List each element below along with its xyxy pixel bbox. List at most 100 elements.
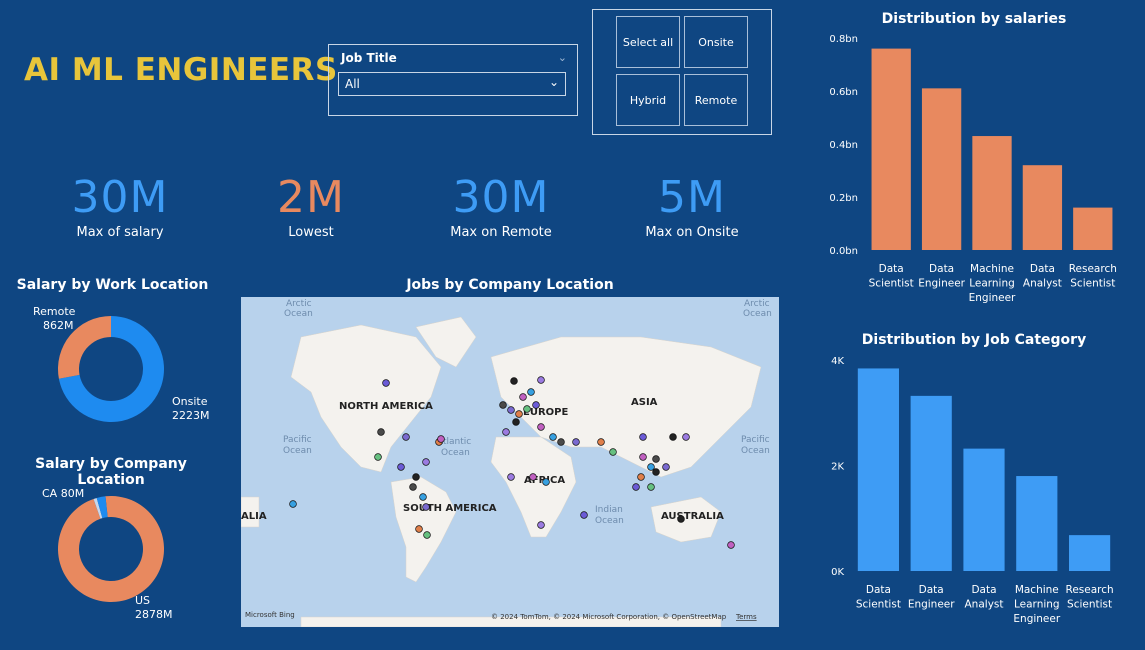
map-marker[interactable] (652, 468, 660, 476)
chevron-down-icon[interactable]: ⌄ (558, 51, 567, 64)
map-marker[interactable] (537, 521, 545, 529)
remote-button[interactable]: Remote (684, 74, 748, 126)
map-marker[interactable] (397, 463, 405, 471)
x-tick-label: Analyst (965, 599, 1004, 611)
map-marker[interactable] (507, 473, 515, 481)
map-marker[interactable] (519, 393, 527, 401)
map-marker[interactable] (419, 493, 427, 501)
x-tick-label: Scientist (869, 278, 914, 290)
bar[interactable] (963, 448, 1005, 571)
company-location-title: Salary by Company Location (35, 456, 187, 488)
continent-label: ASIA (631, 397, 658, 408)
map-marker[interactable] (515, 410, 523, 418)
map-marker[interactable] (502, 428, 510, 436)
company-location-slice[interactable] (58, 496, 164, 602)
bar[interactable] (1069, 535, 1111, 571)
x-tick-label: Engineer (918, 278, 965, 290)
map-marker[interactable] (580, 511, 588, 519)
map-marker[interactable] (423, 531, 431, 539)
donut-label-us: US (135, 594, 151, 607)
bar[interactable] (1022, 165, 1063, 250)
map-marker[interactable] (529, 473, 537, 481)
x-tick-label: Research (1066, 584, 1114, 596)
map-marker[interactable] (510, 377, 518, 385)
bar[interactable] (921, 88, 962, 250)
map-marker[interactable] (422, 503, 430, 511)
ocean-label: Ocean (441, 448, 470, 458)
map-marker[interactable] (512, 418, 520, 426)
map-marker[interactable] (609, 448, 617, 456)
map-marker[interactable] (652, 455, 660, 463)
x-tick-label: Data (1030, 263, 1055, 275)
donut-label-onsite: Onsite (172, 395, 208, 408)
x-tick-label: Machine (1015, 584, 1059, 596)
bar[interactable] (972, 136, 1012, 250)
map-marker[interactable] (537, 423, 545, 431)
job-title-slicer[interactable]: Job Title ⌄ All ⌄ (328, 44, 578, 116)
bar[interactable] (871, 48, 911, 250)
chevron-down-icon[interactable]: ⌄ (549, 75, 559, 89)
map-marker[interactable] (409, 483, 417, 491)
y-tick-label: 0.4bn (829, 140, 858, 151)
map-marker[interactable] (289, 500, 297, 508)
hybrid-button[interactable]: Hybrid (616, 74, 680, 126)
map-marker[interactable] (532, 401, 540, 409)
donut-label-remote: Remote (33, 305, 76, 318)
job-title-dropdown[interactable]: All ⌄ (338, 72, 566, 96)
map-marker[interactable] (647, 483, 655, 491)
bar[interactable] (910, 395, 952, 571)
category-bar-svg: 0K 2K 4K Data Scientist Data Engineer Data Analy… (831, 356, 1114, 625)
map-marker[interactable] (639, 453, 647, 461)
map-marker[interactable] (412, 473, 420, 481)
map-marker[interactable] (507, 406, 515, 414)
y-tick-label: 0.6bn (829, 87, 858, 98)
terms-link[interactable]: Terms (735, 613, 757, 621)
map-marker[interactable] (549, 433, 557, 441)
bar[interactable] (857, 368, 899, 571)
map-marker[interactable] (422, 458, 430, 466)
map-marker[interactable] (415, 525, 423, 533)
x-tick-label: Data (919, 584, 944, 596)
select-all-button[interactable]: Select all (616, 16, 680, 68)
map-marker[interactable] (727, 541, 735, 549)
map-marker[interactable] (682, 433, 690, 441)
y-tick-label: 0K (831, 567, 844, 578)
map-marker[interactable] (374, 453, 382, 461)
donut-value-onsite: 2223M (172, 409, 210, 422)
continent-label: NORTH AMERICA (339, 401, 433, 412)
map-attribution: © 2024 TomTom, © 2024 Microsoft Corporat… (491, 613, 727, 621)
bar[interactable] (1073, 207, 1113, 250)
map-marker[interactable] (639, 433, 647, 441)
map-marker[interactable] (597, 438, 605, 446)
map-marker[interactable] (572, 438, 580, 446)
map-marker[interactable] (523, 405, 531, 413)
map-marker[interactable] (377, 428, 385, 436)
kpi-lowest: 2M Lowest (216, 172, 406, 240)
ca-value: 80M (60, 487, 85, 500)
x-tick-label: Scientist (1067, 599, 1112, 611)
map-marker[interactable] (669, 433, 677, 441)
map-marker[interactable] (499, 401, 507, 409)
dropdown-value: All (345, 77, 360, 91)
map-marker[interactable] (637, 473, 645, 481)
map-marker[interactable] (382, 379, 390, 387)
map-marker[interactable] (402, 433, 410, 441)
company-location-donut[interactable] (55, 493, 167, 605)
x-tick-label: Machine (970, 263, 1014, 275)
map-marker[interactable] (662, 463, 670, 471)
map-marker[interactable] (437, 435, 445, 443)
map-marker[interactable] (542, 478, 550, 486)
x-tick-label: Research (1069, 263, 1117, 275)
bar[interactable] (1016, 476, 1058, 571)
kpi-label: Max on Remote (450, 225, 552, 240)
map-marker[interactable] (677, 515, 685, 523)
map-marker[interactable] (537, 376, 545, 384)
salaries-chart-title: Distribution by salaries (881, 11, 1067, 27)
map-marker[interactable] (557, 438, 565, 446)
map-marker[interactable] (632, 483, 640, 491)
world-map[interactable]: Arctic Ocean Arctic Ocean Pacific Ocean … (241, 297, 779, 627)
map-marker[interactable] (527, 388, 535, 396)
continent-label: SOUTH AMERICA (403, 503, 497, 514)
company-location-map[interactable]: Arctic Ocean Arctic Ocean Pacific Ocean … (241, 297, 779, 627)
onsite-button[interactable]: Onsite (684, 16, 748, 68)
